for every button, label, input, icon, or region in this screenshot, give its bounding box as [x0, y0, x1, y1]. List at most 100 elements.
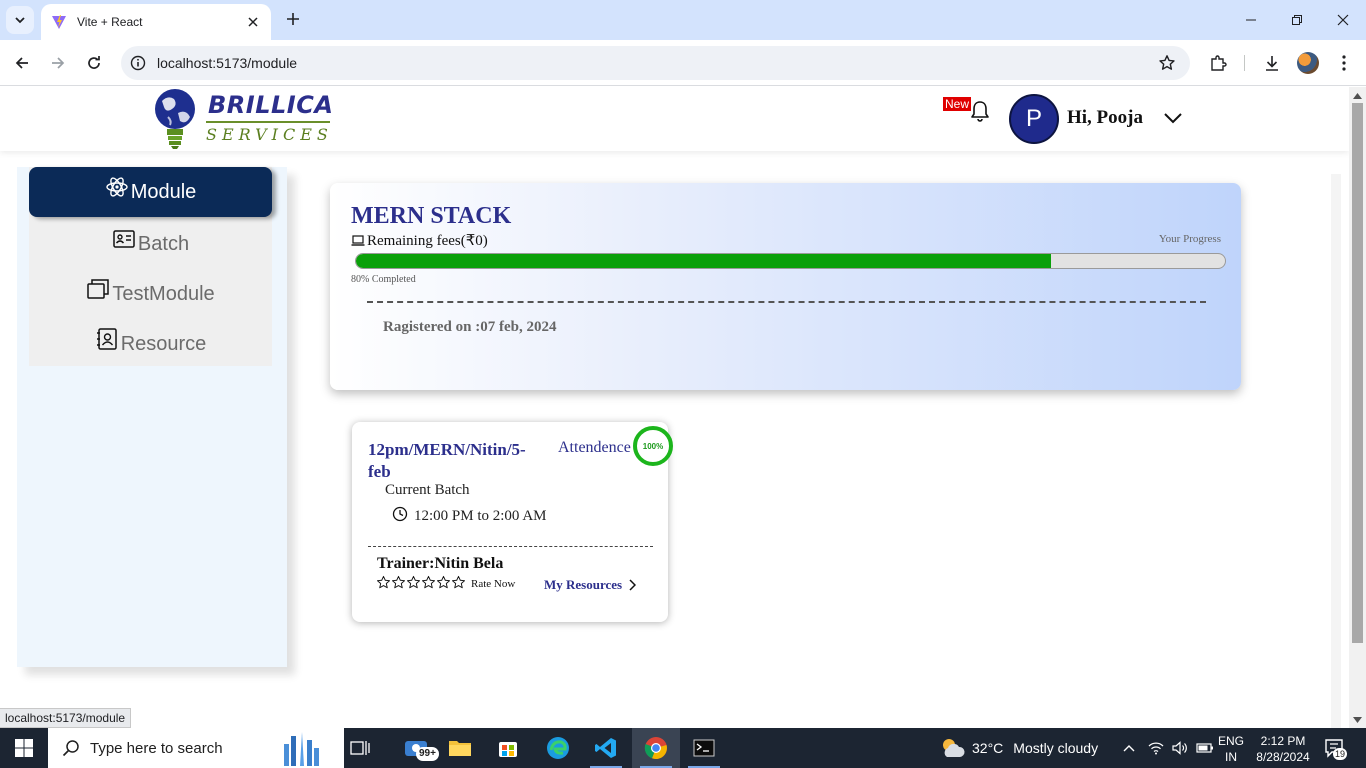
folder-icon	[449, 741, 471, 756]
taskbar-app-terminal[interactable]	[680, 728, 728, 768]
sidebar-item-batch[interactable]: Batch	[29, 219, 272, 269]
batch-card[interactable]: 12pm/MERN/Nitin/5-feb Attendence 100% Cu…	[352, 422, 673, 622]
star-icon[interactable]	[391, 575, 406, 590]
rate-now-link[interactable]: Rate Now	[471, 578, 515, 590]
chevron-right-icon	[629, 579, 637, 591]
language-code: ENG	[1218, 734, 1245, 748]
volume-icon[interactable]	[1172, 741, 1188, 755]
sidebar-item-label: Resource	[120, 332, 207, 355]
region-code: IN	[1225, 750, 1237, 764]
course-title: MERN STACK	[351, 203, 512, 229]
page-right-rail	[1331, 174, 1341, 728]
weather-temp: 32°C	[972, 740, 1004, 756]
batch-time-text: 12:00 PM to 2:00 AM	[414, 508, 547, 524]
page-viewport: BRILLICA SERVICES New P Hi, Pooja Module…	[0, 87, 1349, 728]
taskbar-app-vscode[interactable]	[582, 728, 630, 768]
taskbar-app-file-explorer[interactable]	[436, 728, 484, 768]
system-clock[interactable]: 2:12 PM 8/28/2024	[1253, 733, 1313, 765]
laptop-icon	[351, 234, 365, 246]
input-language[interactable]: ENG IN	[1218, 733, 1244, 765]
taskbar-app-edge[interactable]	[534, 728, 582, 768]
start-button[interactable]	[0, 728, 48, 768]
chrome-menu-button[interactable]	[1330, 49, 1358, 77]
more-vert-icon	[1342, 55, 1346, 71]
scroll-up-icon[interactable]	[1353, 91, 1362, 100]
close-icon[interactable]	[245, 14, 261, 30]
browser-profile-avatar[interactable]	[1297, 52, 1319, 74]
my-resources-label: My Resources	[544, 577, 623, 592]
course-card: MERN STACK Remaining fees(₹0) Your Progr…	[330, 183, 1241, 390]
bookmark-star-icon[interactable]	[1150, 46, 1184, 80]
chevron-down-icon[interactable]	[1162, 110, 1184, 126]
star-icon[interactable]	[376, 575, 391, 590]
logo-subtitle: SERVICES	[206, 125, 333, 144]
scroll-down-icon[interactable]	[1353, 715, 1362, 724]
taskbar-app-store[interactable]	[484, 728, 532, 768]
user-greeting[interactable]: Hi, Pooja	[1067, 107, 1143, 129]
star-icon[interactable]	[421, 575, 436, 590]
close-window-button[interactable]	[1320, 0, 1366, 40]
minimize-button[interactable]	[1228, 0, 1274, 40]
browser-tab[interactable]: Vite + React	[41, 4, 271, 40]
clock-date: 8/28/2024	[1256, 750, 1310, 764]
taskbar-search[interactable]: Type here to search	[48, 728, 344, 768]
sidebar-item-module[interactable]: Module	[29, 167, 272, 217]
new-tab-button[interactable]	[282, 8, 304, 30]
restore-button[interactable]	[1274, 0, 1320, 40]
toolbar-divider	[1244, 55, 1245, 71]
my-resources-link[interactable]: My Resources	[544, 577, 637, 593]
task-view-button[interactable]	[336, 728, 384, 768]
taskbar-app-chrome[interactable]	[632, 728, 680, 768]
extensions-button[interactable]	[1204, 49, 1232, 77]
site-info-icon[interactable]	[121, 46, 155, 80]
battery-icon[interactable]	[1196, 742, 1214, 754]
page-scrollbar[interactable]	[1349, 87, 1366, 728]
tab-search-button[interactable]	[6, 6, 34, 34]
status-bar-url: localhost:5173/module	[0, 708, 132, 728]
edge-icon	[547, 737, 569, 759]
brillica-logo[interactable]: BRILLICA SERVICES	[154, 87, 334, 151]
window-controls	[1228, 0, 1366, 40]
attendance-ring: 100%	[633, 426, 673, 466]
dashed-divider	[368, 546, 653, 547]
search-placeholder: Type here to search	[90, 739, 223, 757]
scrollbar-thumb[interactable]	[1352, 103, 1363, 643]
windows-logo-icon	[15, 739, 33, 757]
remaining-fees: Remaining fees(₹0)	[351, 231, 488, 250]
progress-bar	[355, 253, 1226, 269]
contact-book-icon	[96, 328, 117, 350]
vite-icon	[52, 15, 66, 29]
star-icon[interactable]	[451, 575, 466, 590]
chrome-icon	[644, 737, 667, 760]
taskbar-app-mail[interactable]: 99+	[392, 728, 440, 768]
star-icon[interactable]	[406, 575, 421, 590]
wifi-icon[interactable]	[1148, 741, 1164, 755]
download-icon	[1266, 56, 1278, 71]
dashed-divider	[367, 301, 1206, 303]
back-button[interactable]	[8, 49, 36, 77]
batch-name: 12pm/MERN/Nitin/5-feb	[368, 440, 526, 481]
batch-time: 12:00 PM to 2:00 AM	[392, 506, 547, 525]
star-icon[interactable]	[436, 575, 451, 590]
downloads-button[interactable]	[1258, 49, 1286, 77]
address-bar[interactable]: localhost:5173/module	[121, 46, 1190, 80]
forward-button[interactable]	[44, 49, 72, 77]
remaining-fees-text: Remaining fees(₹0)	[367, 233, 488, 249]
logo-title: BRILLICA	[208, 91, 334, 119]
reload-icon	[88, 56, 100, 69]
sidebar-item-label: Module	[130, 180, 197, 203]
partly-cloudy-icon	[943, 739, 965, 757]
site-header: BRILLICA SERVICES New P Hi, Pooja	[0, 87, 1349, 151]
reload-button[interactable]	[80, 49, 108, 77]
sidebar-item-label: TestModule	[112, 282, 215, 305]
weather-widget[interactable]: 32°C Mostly cloudy	[940, 728, 1098, 768]
bell-icon[interactable]	[968, 99, 992, 123]
tab-title: Vite + React	[77, 15, 143, 29]
user-avatar[interactable]: P	[1009, 94, 1059, 144]
arrow-left-icon	[15, 57, 28, 69]
puzzle-icon	[1211, 55, 1227, 71]
sidebar-item-testmodule[interactable]: TestModule	[29, 269, 272, 319]
current-batch-label: Current Batch	[385, 482, 470, 498]
sidebar-item-resource[interactable]: Resource	[29, 319, 272, 369]
chevron-up-icon[interactable]	[1122, 741, 1136, 755]
